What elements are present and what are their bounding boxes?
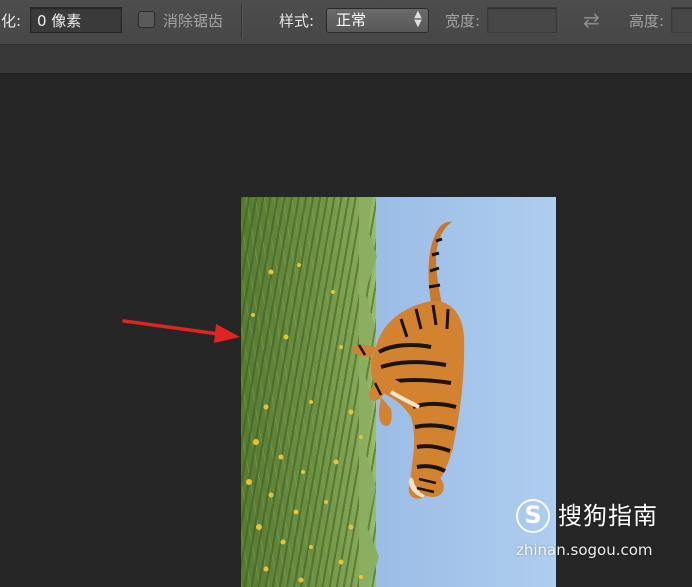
tiger-photo [241, 197, 556, 587]
options-bar: 羽化: 0 像素 消除锯齿 样式: 正常 ▲▼ 宽度: ⇄ 高度: [0, 0, 692, 45]
height-label: 高度: [629, 12, 665, 30]
antialias-checkbox[interactable] [138, 11, 155, 28]
height-input[interactable] [671, 7, 692, 33]
document-tab-strip [0, 45, 692, 74]
antialias-label: 消除锯齿 [163, 12, 224, 30]
style-label: 样式: [279, 12, 315, 30]
select-updown-icon: ▲ ▼ [414, 9, 422, 29]
feather-value: 0 像素 [37, 12, 82, 30]
watermark-url: zhinan.sogou.com [516, 541, 653, 559]
watermark-brand: 搜狗指南 [558, 502, 658, 530]
feather-label: 羽化: [0, 12, 22, 30]
swap-arrows-icon[interactable]: ⇄ [583, 9, 600, 31]
width-label: 宽度: [445, 12, 481, 30]
sogou-watermark: S 搜狗指南 zhinan.sogou.com [514, 497, 684, 567]
toolbar-separator [241, 4, 243, 38]
sogou-logo-icon: S [516, 499, 550, 533]
width-input[interactable] [487, 7, 557, 33]
tiger-figure [352, 221, 465, 499]
style-value: 正常 [336, 11, 367, 29]
red-arrow-icon [122, 319, 240, 343]
